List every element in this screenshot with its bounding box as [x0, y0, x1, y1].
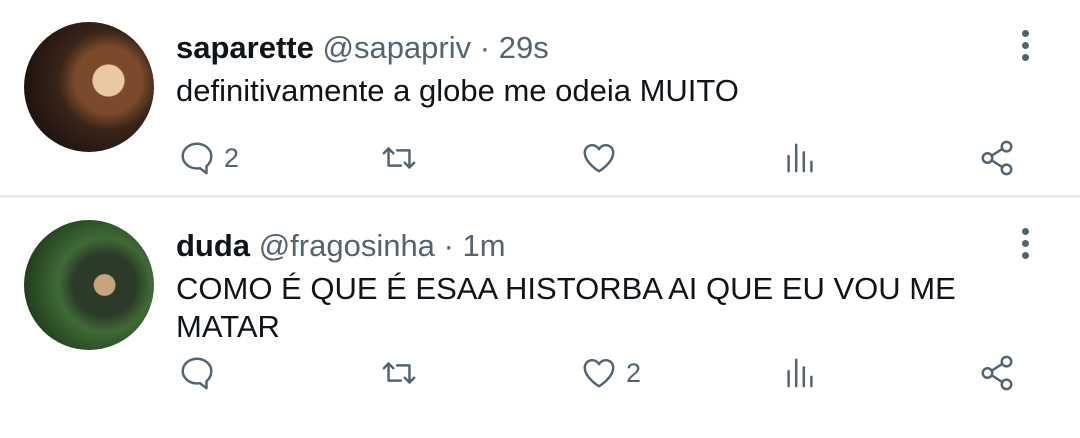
more-icon[interactable]: [1016, 228, 1034, 262]
retweet-icon: [382, 147, 416, 169]
tweet-header: duda @fragosinha · 1m: [176, 228, 506, 264]
retweet-button[interactable]: [380, 139, 426, 177]
retweet-button[interactable]: [380, 354, 426, 392]
share-icon: [981, 355, 1013, 391]
display-name[interactable]: saparette: [176, 30, 314, 65]
reply-button[interactable]: [178, 354, 224, 392]
share-button[interactable]: [978, 139, 1016, 177]
more-icon[interactable]: [1016, 30, 1034, 64]
views-icon: [787, 143, 813, 173]
reply-button[interactable]: 2: [178, 139, 239, 177]
separator: ·: [479, 30, 491, 65]
handle[interactable]: @sapapriv: [322, 30, 471, 65]
reply-count: 2: [224, 142, 240, 173]
handle[interactable]: @fragosinha: [259, 228, 435, 263]
retweet-icon: [382, 362, 416, 384]
tweet-header: saparette @sapapriv · 29s: [176, 30, 549, 66]
tweet[interactable]: duda @fragosinha · 1m COMO É QUE É ESAA …: [0, 198, 1080, 438]
timestamp[interactable]: 1m: [463, 228, 506, 263]
share-icon: [981, 140, 1013, 176]
tweet[interactable]: saparette @sapapriv · 29s definitivament…: [0, 0, 1080, 198]
tweet-actions: 2: [0, 139, 1080, 179]
tweet-text: definitivamente a globe me odeia MUITO: [176, 73, 739, 108]
reply-icon: [181, 142, 213, 175]
tweet-text: COMO É QUE É ESAA HISTORBA AI QUE EU VOU…: [176, 271, 956, 344]
separator: ·: [443, 228, 454, 263]
views-icon: [787, 358, 813, 388]
share-button[interactable]: [978, 354, 1016, 392]
views-button[interactable]: [781, 354, 819, 392]
display-name[interactable]: duda: [176, 228, 250, 263]
like-icon: [583, 143, 615, 173]
like-button[interactable]: 2: [580, 354, 641, 392]
avatar[interactable]: [24, 22, 154, 152]
reply-icon: [181, 357, 213, 390]
like-count: 2: [626, 357, 642, 388]
avatar[interactable]: [24, 220, 154, 350]
timestamp[interactable]: 29s: [499, 30, 549, 65]
views-button[interactable]: [781, 139, 819, 177]
like-icon: [583, 358, 615, 388]
like-button[interactable]: [580, 139, 626, 177]
tweet-actions: 2: [0, 354, 1080, 394]
